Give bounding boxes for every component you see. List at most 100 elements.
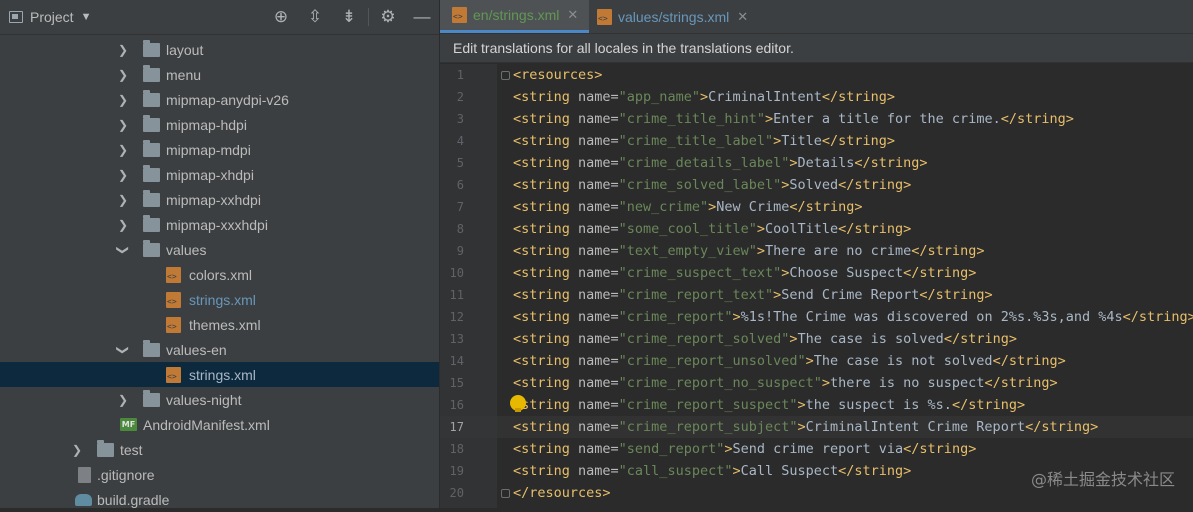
- xml-attribute-value: "app_name": [618, 89, 700, 105]
- line-number: 12: [449, 310, 464, 324]
- tree-item-test[interactable]: ❯ test: [0, 437, 439, 462]
- tree-item-mipmap-xxxhdpi[interactable]: ❯ mipmap-xxxhdpi: [0, 212, 439, 237]
- xml-attribute: name=: [578, 331, 619, 347]
- xml-attribute: name=: [578, 265, 619, 281]
- xml-file-icon: [166, 316, 181, 333]
- toolbar-divider: [368, 8, 369, 26]
- code-editor[interactable]: <resources> <string name="app_name">Crimi…: [497, 64, 1193, 508]
- chevron-right-icon[interactable]: ❯: [118, 218, 128, 232]
- code-line-text: <string name="crime_report_no_suspect">t…: [513, 372, 1058, 394]
- chevron-right-icon[interactable]: ❯: [118, 168, 128, 182]
- xml-tag: >: [699, 89, 709, 105]
- code-line-text: <string name="crime_report_unsolved">The…: [513, 350, 1066, 372]
- line-number: 20: [449, 486, 464, 500]
- banner-text[interactable]: Edit translations for all locales in the…: [453, 40, 794, 56]
- xml-attribute-value: "crime_report": [618, 309, 733, 325]
- xml-attribute-value: "crime_title_hint": [618, 111, 765, 127]
- tree-item-mipmap-mdpi[interactable]: ❯ mipmap-mdpi: [0, 137, 439, 162]
- translations-editor-banner[interactable]: Edit translations for all locales in the…: [440, 34, 1193, 63]
- string-value: Send Crime Report: [781, 287, 920, 303]
- chevron-right-icon[interactable]: ❯: [118, 93, 128, 107]
- code-line-text: <string name="crime_details_label">Detai…: [513, 152, 928, 174]
- string-value: The case is solved: [797, 331, 944, 347]
- line-number: 7: [456, 200, 464, 214]
- tree-item-android-manifest[interactable]: MF AndroidManifest.xml: [0, 412, 439, 437]
- code-line-text: <string name="crime_title_hint">Enter a …: [513, 108, 1074, 130]
- chevron-down-icon[interactable]: ❯: [116, 245, 130, 255]
- string-value: CriminalIntent: [708, 89, 822, 105]
- tree-item-label: build.gradle: [97, 491, 170, 508]
- tree-item-mipmap-hdpi[interactable]: ❯ mipmap-hdpi: [0, 112, 439, 137]
- xml-tag: >: [756, 221, 765, 237]
- tree-item-label: mipmap-xxxhdpi: [166, 216, 268, 233]
- string-value: Enter a title for the crime.: [773, 111, 1001, 127]
- chevron-right-icon[interactable]: ❯: [118, 68, 128, 82]
- xml-attribute: name=: [578, 133, 619, 149]
- project-view-selector[interactable]: Project: [30, 9, 74, 25]
- line-number: 4: [456, 134, 464, 148]
- tab-values-strings-xml[interactable]: values/strings.xml ✕: [597, 0, 767, 33]
- line-number: 5: [456, 156, 464, 170]
- tree-item-values[interactable]: ❯ values: [0, 237, 439, 262]
- tree-item-mipmap-anydpi-v26[interactable]: ❯ mipmap-anydpi-v26: [0, 87, 439, 112]
- close-icon[interactable]: ✕: [737, 9, 748, 25]
- tree-item-label: themes.xml: [189, 316, 261, 333]
- folder-icon: [143, 339, 160, 357]
- xml-attribute-value: "crime_report_no_suspect": [618, 375, 822, 391]
- expand-all-icon[interactable]: ⇳: [298, 7, 332, 27]
- tree-item-strings-xml-selected[interactable]: strings.xml: [0, 362, 439, 387]
- tree-item-themes-xml[interactable]: themes.xml: [0, 312, 439, 337]
- gear-icon[interactable]: ⚙: [371, 7, 405, 27]
- project-icon: [9, 11, 23, 23]
- tree-item-colors-xml[interactable]: colors.xml: [0, 262, 439, 287]
- tree-item-values-en[interactable]: ❯ values-en: [0, 337, 439, 362]
- tree-item-strings-xml[interactable]: strings.xml: [0, 287, 439, 312]
- collapse-all-icon[interactable]: ⇟: [332, 7, 366, 27]
- xml-tag: <string: [513, 177, 579, 193]
- minimize-icon[interactable]: —: [405, 7, 439, 27]
- tree-item-label: values: [166, 241, 207, 258]
- chevron-right-icon[interactable]: ❯: [118, 393, 128, 407]
- line-number: 14: [449, 354, 464, 368]
- chevron-right-icon[interactable]: ❯: [118, 193, 128, 207]
- crosshair-icon[interactable]: ⊕: [264, 7, 298, 27]
- folder-icon: [143, 164, 160, 182]
- string-value: There are no crime: [764, 243, 912, 259]
- code-line-text: <string name="some_cool_title">CoolTitle…: [513, 218, 911, 240]
- ignore-file-icon: [78, 466, 91, 483]
- folder-icon: [143, 139, 160, 157]
- folder-icon: [97, 439, 114, 457]
- fold-marker-icon[interactable]: [501, 71, 510, 80]
- xml-tag: <string: [513, 155, 579, 171]
- close-icon[interactable]: ✕: [567, 7, 578, 23]
- xml-attribute: name=: [578, 89, 619, 105]
- xml-tag: <string: [513, 199, 579, 215]
- tree-item-menu[interactable]: ❯ menu: [0, 62, 439, 87]
- tab-en-strings-xml[interactable]: en/strings.xml ✕: [440, 0, 589, 33]
- tree-item-layout[interactable]: ❯ layout: [0, 37, 439, 62]
- xml-file-icon: [166, 291, 181, 308]
- tree-item-values-night[interactable]: ❯ values-night: [0, 387, 439, 412]
- string-value: %1s!The Crime was discovered on 2%s.%3s,…: [740, 309, 1123, 325]
- xml-attribute: name=: [578, 111, 619, 127]
- chevron-right-icon[interactable]: ❯: [118, 118, 128, 132]
- line-number: 15: [449, 376, 464, 390]
- line-number: 2: [456, 90, 464, 104]
- chevron-right-icon[interactable]: ❯: [118, 143, 128, 157]
- tree-item-gitignore[interactable]: .gitignore: [0, 462, 439, 487]
- xml-attribute: name=: [578, 353, 619, 369]
- fold-marker-icon[interactable]: [501, 489, 510, 498]
- xml-tag: </string>: [943, 331, 1017, 347]
- tree-item-mipmap-xxhdpi[interactable]: ❯ mipmap-xxhdpi: [0, 187, 439, 212]
- xml-attribute-value: "send_report": [618, 441, 725, 457]
- chevron-down-icon[interactable]: ▼: [81, 11, 92, 23]
- tree-item-mipmap-xhdpi[interactable]: ❯ mipmap-xhdpi: [0, 162, 439, 187]
- chevron-right-icon[interactable]: ❯: [118, 43, 128, 57]
- xml-tag: </string>: [1000, 111, 1074, 127]
- xml-attribute-value: "new_crime": [618, 199, 709, 215]
- lightbulb-icon[interactable]: [510, 395, 526, 412]
- tree-item-build-gradle[interactable]: build.gradle: [0, 487, 439, 512]
- chevron-right-icon[interactable]: ❯: [72, 443, 82, 457]
- chevron-down-icon[interactable]: ❯: [116, 345, 130, 355]
- line-number: 10: [449, 266, 464, 280]
